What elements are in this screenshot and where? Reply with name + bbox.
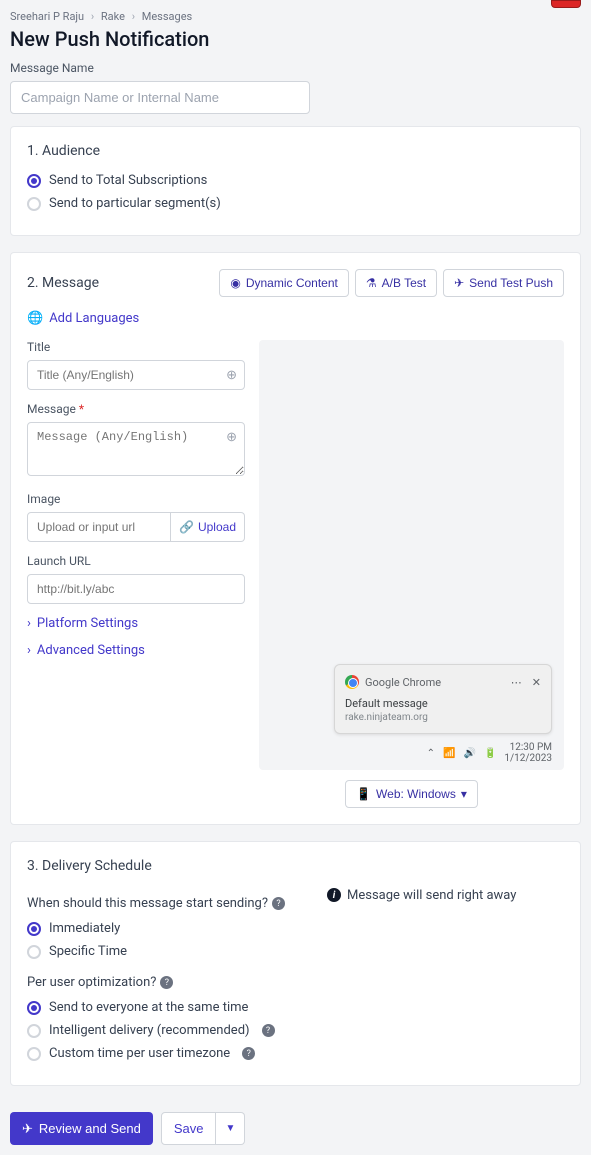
page-title: New Push Notification [0, 27, 591, 61]
message-label: Message * [27, 402, 245, 416]
radio-immediately[interactable]: Immediately [27, 921, 307, 936]
delivery-info-text: Message will send right away [347, 888, 516, 903]
notif-origin: rake.ninjateam.org [345, 712, 541, 723]
globe-icon: 🌐 [27, 311, 43, 326]
send-test-push-button[interactable]: ✈ Send Test Push [443, 269, 564, 297]
radio-label: Immediately [49, 921, 120, 936]
title-input[interactable] [27, 360, 245, 390]
message-name-label: Message Name [10, 61, 581, 75]
volume-icon: 🔊 [464, 748, 476, 759]
save-dropdown-button[interactable]: ▼ [216, 1112, 245, 1145]
phone-icon: 📱 [356, 787, 371, 801]
radio-icon [27, 1001, 41, 1015]
status-bar: ⌃ 📶 🔊 🔋 12:30 PM 1/12/2023 [427, 742, 552, 764]
footer-actions: ✈ Review and Send Save ▼ [0, 1102, 591, 1155]
plus-circle-icon[interactable]: ⊕ [226, 368, 237, 383]
advanced-settings-toggle[interactable]: › Advanced Settings [27, 643, 245, 658]
info-icon: i [327, 888, 341, 902]
notif-app-name: Google Chrome [365, 676, 441, 689]
when-send-label: When should this message start sending? … [27, 896, 307, 911]
plus-circle-icon[interactable]: ⊕ [226, 430, 237, 445]
radio-specific-time[interactable]: Specific Time [27, 944, 307, 959]
status-date: 1/12/2023 [504, 753, 552, 764]
breadcrumb-current[interactable]: Messages [142, 10, 192, 23]
ab-test-button[interactable]: ⚗ A/B Test [355, 269, 437, 297]
image-url-input[interactable] [27, 512, 171, 542]
status-time: 12:30 PM [504, 742, 552, 753]
breadcrumb-root[interactable]: Sreehari P Raju [10, 10, 84, 23]
chevron-up-icon: ⌃ [427, 748, 435, 759]
preview-pane: Google Chrome ⋯ ✕ Default message rake.n… [259, 340, 564, 770]
radio-particular-segments[interactable]: Send to particular segment(s) [27, 196, 564, 211]
radio-label: Send to particular segment(s) [49, 196, 221, 211]
add-languages-link[interactable]: 🌐 Add Languages [27, 311, 139, 326]
radio-icon [27, 945, 41, 959]
message-title: 2. Message [27, 275, 99, 291]
per-user-opt-label: Per user optimization? ? [27, 975, 307, 990]
radio-icon [27, 1047, 41, 1061]
wifi-icon: 📶 [443, 748, 455, 759]
notification-preview: Google Chrome ⋯ ✕ Default message rake.n… [334, 664, 552, 734]
breadcrumb: Sreehari P Raju › Rake › Messages [0, 0, 591, 27]
review-and-send-button[interactable]: ✈ Review and Send [10, 1112, 153, 1145]
radio-label: Send to Total Subscriptions [49, 173, 207, 188]
radio-icon [27, 197, 41, 211]
more-icon[interactable]: ⋯ [511, 676, 522, 689]
launch-url-input[interactable] [27, 574, 245, 604]
link-icon: 🔗 [179, 520, 194, 534]
delivery-title: 3. Delivery Schedule [27, 858, 564, 874]
radio-icon [27, 922, 41, 936]
send-icon: ✈ [454, 276, 464, 290]
radio-icon [27, 174, 41, 188]
image-label: Image [27, 492, 245, 506]
chevron-right-icon: › [27, 616, 31, 631]
help-icon[interactable]: ? [272, 897, 285, 910]
lightning-icon: ◉ [230, 276, 240, 290]
title-label: Title [27, 340, 245, 354]
radio-label: Intelligent delivery (recommended) [49, 1023, 250, 1038]
message-section: 2. Message ◉ Dynamic Content ⚗ A/B Test … [10, 252, 581, 825]
flask-icon: ⚗ [366, 276, 377, 290]
message-name-input[interactable] [10, 81, 310, 114]
platform-selector[interactable]: 📱 Web: Windows ▾ [345, 780, 478, 808]
chevron-right-icon: › [27, 643, 31, 658]
launch-url-label: Launch URL [27, 554, 245, 568]
help-icon[interactable]: ? [262, 1024, 275, 1037]
platform-settings-toggle[interactable]: › Platform Settings [27, 616, 245, 631]
upload-button[interactable]: 🔗 Upload [171, 512, 245, 542]
help-icon[interactable]: ? [242, 1047, 255, 1060]
breadcrumb-app[interactable]: Rake [101, 10, 125, 23]
radio-label: Custom time per user timezone [49, 1046, 230, 1061]
chevron-down-icon: ▾ [461, 787, 467, 801]
radio-custom-tz[interactable]: Custom time per user timezone ? [27, 1046, 307, 1061]
message-textarea[interactable] [27, 422, 245, 476]
battery-icon: 🔋 [484, 748, 496, 759]
audience-section: 1. Audience Send to Total Subscriptions … [10, 126, 581, 236]
save-button[interactable]: Save [161, 1112, 217, 1145]
notif-message: Default message [345, 697, 541, 710]
audience-title: 1. Audience [27, 143, 564, 159]
radio-same-time[interactable]: Send to everyone at the same time [27, 1000, 307, 1015]
top-badge [551, 0, 581, 8]
chrome-icon [345, 675, 359, 689]
close-icon[interactable]: ✕ [532, 676, 541, 689]
dynamic-content-button[interactable]: ◉ Dynamic Content [219, 269, 349, 297]
radio-total-subscriptions[interactable]: Send to Total Subscriptions [27, 173, 564, 188]
chevron-right-icon: › [91, 10, 94, 23]
delivery-section: 3. Delivery Schedule When should this me… [10, 841, 581, 1086]
chevron-right-icon: › [132, 10, 135, 23]
radio-label: Specific Time [49, 944, 127, 959]
radio-icon [27, 1024, 41, 1038]
radio-label: Send to everyone at the same time [49, 1000, 248, 1015]
help-icon[interactable]: ? [160, 976, 173, 989]
radio-intelligent[interactable]: Intelligent delivery (recommended) ? [27, 1023, 307, 1038]
send-icon: ✈ [22, 1121, 33, 1137]
